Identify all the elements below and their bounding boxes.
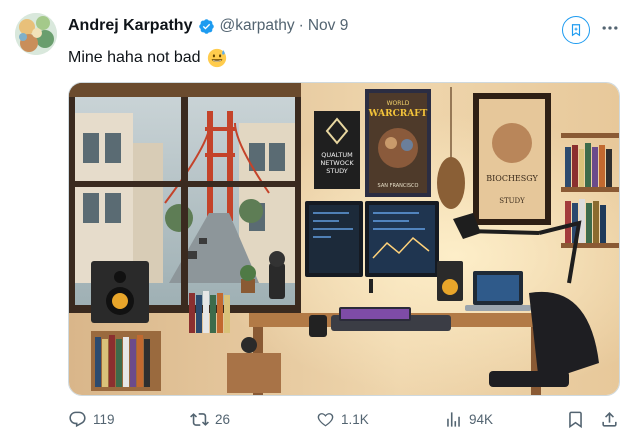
svg-text:WORLD: WORLD bbox=[387, 100, 410, 107]
poster-left-text: QUALTUM bbox=[321, 151, 352, 159]
author-handle[interactable]: @karpathy bbox=[219, 17, 294, 35]
like-count: 1.1K bbox=[341, 411, 369, 427]
bookmark-button[interactable] bbox=[566, 404, 585, 434]
svg-text:WARCRAFT: WARCRAFT bbox=[368, 109, 428, 119]
like-icon bbox=[317, 412, 334, 426]
bookmark-icon bbox=[569, 411, 582, 428]
svg-text:STUDY: STUDY bbox=[326, 167, 348, 175]
reply-icon bbox=[69, 411, 86, 427]
svg-text:BIOCHESGY: BIOCHESGY bbox=[486, 174, 538, 183]
svg-text:NETWOCK: NETWOCK bbox=[320, 159, 354, 167]
tweet-text: Mine haha not bad bbox=[68, 48, 227, 68]
share-button[interactable] bbox=[600, 404, 619, 434]
repost-count: 26 bbox=[215, 411, 231, 427]
views-icon bbox=[447, 411, 460, 427]
header-separator: · bbox=[298, 17, 304, 34]
like-button[interactable]: 1.1K bbox=[316, 404, 369, 434]
tweet-date[interactable]: Nov 9 bbox=[308, 17, 349, 35]
author-name[interactable]: Andrej Karpathy bbox=[68, 17, 192, 35]
tweet-text-content: Mine haha not bad bbox=[68, 49, 201, 66]
grok-icon bbox=[571, 24, 581, 37]
more-icon bbox=[602, 26, 618, 30]
share-icon bbox=[602, 411, 617, 427]
views-count: 94K bbox=[469, 411, 494, 427]
avatar-image bbox=[15, 13, 57, 55]
tweet-header: Andrej Karpathy @karpathy · Nov 9 bbox=[68, 15, 348, 37]
verified-badge-icon bbox=[199, 18, 215, 34]
avatar[interactable] bbox=[15, 13, 57, 55]
svg-text:SAN FRANCISCO: SAN FRANCISCO bbox=[378, 183, 419, 189]
tweet-media-image[interactable]: QUALTUM NETWOCK STUDY WORLD WARCRAFT SAN… bbox=[68, 82, 620, 396]
grinning-sweat-emoji bbox=[207, 48, 226, 68]
grok-button[interactable] bbox=[562, 16, 590, 44]
more-button[interactable] bbox=[598, 16, 622, 40]
svg-text:STUDY: STUDY bbox=[499, 197, 525, 205]
repost-icon bbox=[190, 412, 209, 426]
repost-button[interactable]: 26 bbox=[190, 404, 230, 434]
reply-count: 119 bbox=[93, 411, 115, 427]
views-button[interactable]: 94K bbox=[444, 404, 493, 434]
reply-button[interactable]: 119 bbox=[68, 404, 115, 434]
action-bar: 119 26 1.1K 94K bbox=[66, 404, 622, 434]
media-illustration: QUALTUM NETWOCK STUDY WORLD WARCRAFT SAN… bbox=[69, 83, 619, 395]
